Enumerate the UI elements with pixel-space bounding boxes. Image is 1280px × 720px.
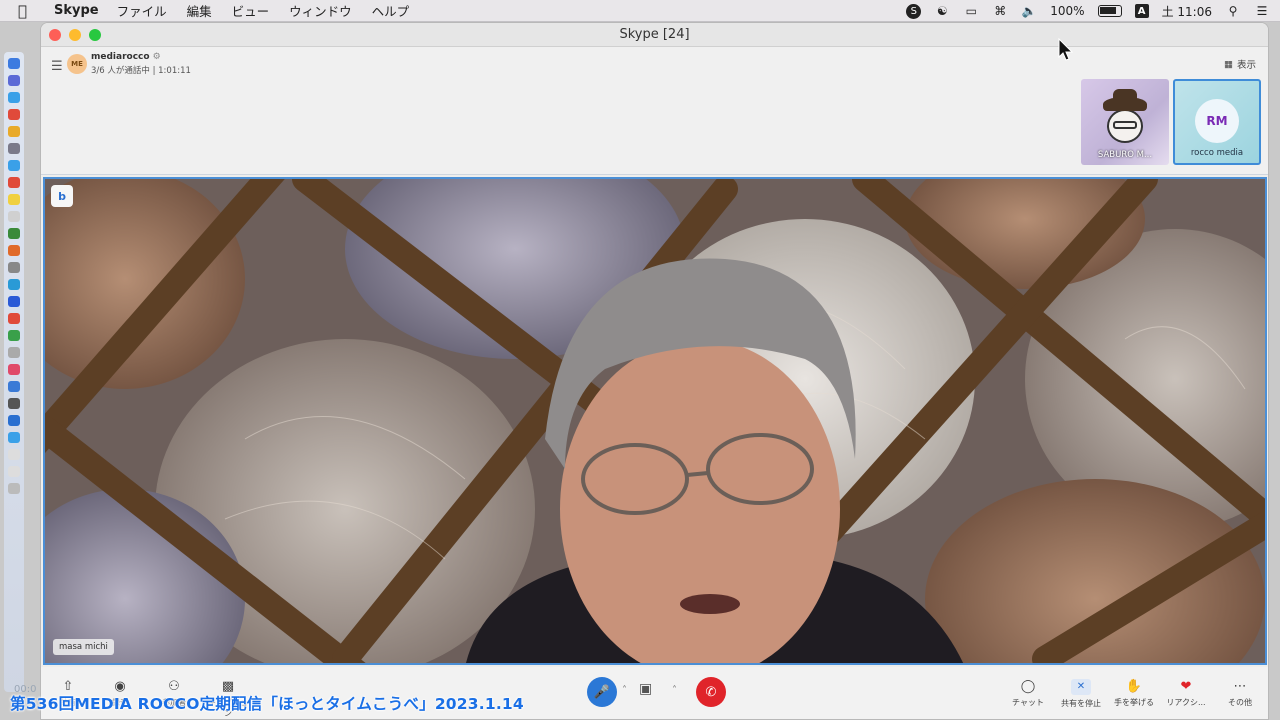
- more-icon: ⋯: [1233, 679, 1247, 694]
- menu-app-name[interactable]: Skype: [54, 3, 99, 18]
- app-icon[interactable]: [8, 398, 20, 409]
- video-frame: [45, 179, 1265, 663]
- camera-options-chevron-icon[interactable]: ˄: [672, 685, 677, 696]
- mouse-cursor-icon: [1058, 38, 1074, 61]
- app-icon[interactable]: [8, 143, 20, 154]
- chat-button[interactable]: ◯ チャット: [1005, 679, 1051, 708]
- participant-thumbnail-saburo[interactable]: SABURO M...: [1081, 79, 1169, 165]
- app-icon[interactable]: [8, 211, 20, 222]
- heart-icon: ❤: [1180, 679, 1192, 694]
- skype-window: Skype [24] ☰ ME mediarocco ⚙ 3/6 人が通話中 | …: [40, 22, 1269, 720]
- microphone-icon: 🎤: [593, 684, 611, 700]
- app-icon[interactable]: [8, 296, 20, 307]
- hang-up-icon: ✆: [705, 684, 717, 700]
- call-status: 3/6 人が通話中 | 1:01:11: [91, 66, 191, 76]
- wifi-icon[interactable]: ⌘: [992, 3, 1008, 19]
- airplay-icon[interactable]: ▭: [963, 3, 979, 19]
- clock[interactable]: 土 11:06: [1162, 3, 1212, 20]
- calendar-icon[interactable]: [8, 177, 20, 188]
- view-label: 表示: [1236, 60, 1256, 71]
- stop-share-icon: ✕: [1071, 679, 1091, 695]
- skype-icon[interactable]: [8, 415, 20, 426]
- app-icon[interactable]: [8, 109, 20, 120]
- host-name[interactable]: mediarocco ⚙: [91, 52, 161, 62]
- avatar-glasses: [1113, 121, 1137, 129]
- app-icon[interactable]: [8, 245, 20, 256]
- avatar-hat: [1103, 89, 1147, 111]
- menu-edit[interactable]: 編集: [187, 1, 212, 20]
- app-icon[interactable]: [8, 313, 20, 324]
- app-icon[interactable]: [8, 160, 20, 171]
- app-icon[interactable]: [8, 262, 20, 273]
- participant-thumbnail-rocco[interactable]: RM rocco media: [1173, 79, 1261, 165]
- trash-icon[interactable]: [8, 483, 20, 494]
- spotlight-search-icon[interactable]: ⚲: [1225, 3, 1241, 19]
- more-button[interactable]: ⋯ その他: [1217, 679, 1263, 708]
- menu-help[interactable]: ヘルプ: [372, 1, 410, 20]
- title-bar: Skype [24]: [41, 23, 1268, 47]
- host-name-text: mediarocco: [91, 52, 150, 62]
- avatar: RM: [1195, 99, 1239, 143]
- skype-status-icon[interactable]: S: [906, 3, 922, 19]
- dock: [4, 52, 24, 692]
- raise-hand-button[interactable]: ✋ 手を挙げる: [1111, 679, 1157, 708]
- finder-icon[interactable]: [8, 58, 20, 69]
- end-call-button[interactable]: ✆: [696, 677, 726, 707]
- accessibility-icon[interactable]: ☯: [934, 3, 950, 19]
- maximize-window-button[interactable]: [89, 29, 101, 41]
- battery-percent: 100%: [1050, 4, 1085, 18]
- raise-hand-label: 手を挙げる: [1114, 698, 1154, 707]
- thumbnail-label: SABURO M...: [1097, 150, 1153, 160]
- window-title: Skype [24]: [619, 27, 690, 42]
- notes-icon[interactable]: [8, 194, 20, 205]
- broadcast-caption: 第536回MEDIA ROCCO定期配信「ほっとタイムこうべ」2023.1.14: [10, 695, 524, 713]
- app-icon[interactable]: [8, 126, 20, 137]
- menu-icon[interactable]: ☰: [51, 59, 63, 74]
- stop-sharing-label: 共有を停止: [1061, 699, 1101, 708]
- status-area: S ☯ ▭ ⌘ 🔈 100% A 土 11:06 ⚲ ☰: [906, 0, 1270, 22]
- reactions-label: リアクシ...: [1166, 698, 1206, 707]
- volume-icon[interactable]: 🔈: [1021, 3, 1037, 19]
- microphone-button[interactable]: 🎤: [587, 677, 617, 707]
- close-window-button[interactable]: [49, 29, 61, 41]
- folder-icon[interactable]: [8, 449, 20, 460]
- view-button[interactable]: ▦ 表示: [1224, 57, 1256, 72]
- menu-window[interactable]: ウィンドウ: [289, 1, 352, 20]
- chat-label: チャット: [1012, 698, 1044, 707]
- grid-icon: ▦: [1224, 58, 1233, 70]
- more-label: その他: [1228, 698, 1252, 707]
- control-center-icon[interactable]: ☰: [1254, 3, 1270, 19]
- safari-icon[interactable]: [8, 92, 20, 103]
- minimize-window-button[interactable]: [69, 29, 81, 41]
- input-source-icon[interactable]: A: [1134, 4, 1149, 18]
- app-icon[interactable]: [8, 228, 20, 239]
- window-controls: [49, 29, 101, 41]
- chat-icon: ◯: [1020, 679, 1036, 694]
- main-video[interactable]: b masa michi: [43, 177, 1267, 665]
- app-icon[interactable]: [8, 432, 20, 443]
- video-badge[interactable]: b: [51, 185, 73, 207]
- mic-options-chevron-icon[interactable]: ˄: [622, 685, 627, 696]
- stop-sharing-button[interactable]: ✕ 共有を停止: [1058, 679, 1104, 709]
- music-icon[interactable]: [8, 364, 20, 375]
- participant-name-label: masa michi: [53, 639, 114, 655]
- menu-view[interactable]: ビュー: [232, 1, 270, 20]
- camera-off-button[interactable]: ▣: [639, 681, 652, 697]
- menu-file[interactable]: ファイル: [117, 1, 167, 20]
- thumbnail-label: rocco media: [1190, 148, 1244, 158]
- reactions-button[interactable]: ❤ リアクシ...: [1163, 679, 1209, 708]
- app-icon[interactable]: [8, 347, 20, 358]
- app-icon[interactable]: [8, 381, 20, 392]
- menu-bar:  Skype ファイル 編集 ビュー ウィンドウ ヘルプ S ☯ ▭ ⌘ 🔈 …: [0, 0, 1280, 22]
- app-icon[interactable]: [8, 330, 20, 341]
- raise-hand-icon: ✋: [1125, 679, 1143, 694]
- battery-icon[interactable]: [1097, 5, 1122, 17]
- launchpad-icon[interactable]: [8, 75, 20, 86]
- apple-icon[interactable]: : [18, 2, 40, 20]
- folder-icon[interactable]: [8, 466, 20, 477]
- call-header: ☰ ME mediarocco ⚙ 3/6 人が通話中 | 1:01:11 ▦ 表…: [41, 47, 1268, 175]
- app-icon[interactable]: [8, 279, 20, 290]
- host-avatar[interactable]: ME: [67, 54, 87, 74]
- settings-icon[interactable]: ⚙: [153, 52, 161, 62]
